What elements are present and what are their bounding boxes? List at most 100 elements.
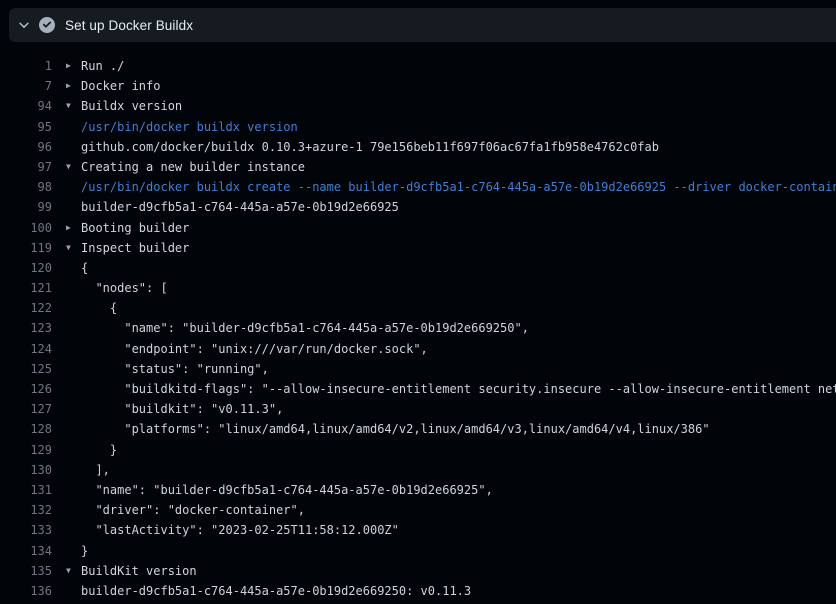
gutter-gap: ▼ bbox=[52, 238, 81, 258]
line-number[interactable]: 122 bbox=[0, 298, 52, 318]
group-expanded-icon[interactable]: ▼ bbox=[66, 96, 71, 116]
log-text: } bbox=[81, 440, 117, 460]
log-line: 133 "lastActivity": "2023-02-25T11:58:12… bbox=[0, 520, 836, 540]
group-title[interactable]: BuildKit version bbox=[81, 561, 197, 581]
gutter-gap bbox=[52, 117, 81, 137]
check-circle-icon bbox=[39, 17, 65, 33]
group-title[interactable]: Run ./ bbox=[81, 56, 124, 76]
gutter-gap: ▼ bbox=[52, 96, 81, 116]
log-line: 98/usr/bin/docker buildx create --name b… bbox=[0, 177, 836, 197]
gutter-gap bbox=[52, 379, 81, 399]
line-number[interactable]: 98 bbox=[0, 177, 52, 197]
gutter-gap bbox=[52, 520, 81, 540]
log-line: 129 } bbox=[0, 440, 836, 460]
line-number[interactable]: 134 bbox=[0, 541, 52, 561]
log-line: 130 ], bbox=[0, 460, 836, 480]
line-number[interactable]: 131 bbox=[0, 480, 52, 500]
line-number[interactable]: 132 bbox=[0, 500, 52, 520]
group-title[interactable]: Creating a new builder instance bbox=[81, 157, 305, 177]
line-number[interactable]: 1 bbox=[0, 56, 52, 76]
group-title[interactable]: Booting builder bbox=[81, 218, 189, 238]
log-line: 119 ▼ Inspect builder bbox=[0, 238, 836, 258]
log-line: 126 "buildkitd-flags": "--allow-insecure… bbox=[0, 379, 836, 399]
log-line: 97 ▼ Creating a new builder instance bbox=[0, 157, 836, 177]
gutter-gap bbox=[52, 298, 81, 318]
line-number[interactable]: 133 bbox=[0, 520, 52, 540]
line-number[interactable]: 7 bbox=[0, 76, 52, 96]
line-number[interactable]: 99 bbox=[0, 197, 52, 217]
line-number[interactable]: 136 bbox=[0, 581, 52, 601]
log-text: "buildkitd-flags": "--allow-insecure-ent… bbox=[81, 379, 836, 399]
line-number[interactable]: 119 bbox=[0, 238, 52, 258]
gutter-gap bbox=[52, 500, 81, 520]
gutter-gap bbox=[52, 177, 81, 197]
gutter-gap bbox=[52, 399, 81, 419]
gutter-gap bbox=[52, 419, 81, 439]
group-collapsed-icon[interactable]: ▶ bbox=[66, 76, 71, 96]
line-number[interactable]: 124 bbox=[0, 339, 52, 359]
line-number[interactable]: 130 bbox=[0, 460, 52, 480]
group-expanded-icon[interactable]: ▼ bbox=[66, 157, 71, 177]
log-line: 122 { bbox=[0, 298, 836, 318]
log-line: 125 "status": "running", bbox=[0, 359, 836, 379]
log-text: github.com/docker/buildx 0.10.3+azure-1 … bbox=[81, 137, 659, 157]
line-number[interactable]: 129 bbox=[0, 440, 52, 460]
log-text: "platforms": "linux/amd64,linux/amd64/v2… bbox=[81, 419, 710, 439]
log-text: { bbox=[81, 258, 88, 278]
log-line: 120 { bbox=[0, 258, 836, 278]
log-text: "name": "builder-d9cfb5a1-c764-445a-a57e… bbox=[81, 318, 529, 338]
line-number[interactable]: 94 bbox=[0, 96, 52, 116]
gutter-gap bbox=[52, 460, 81, 480]
log-line: 7 ▶ Docker info bbox=[0, 76, 836, 96]
line-number[interactable]: 96 bbox=[0, 137, 52, 157]
log-text: "name": "builder-d9cfb5a1-c764-445a-a57e… bbox=[81, 480, 493, 500]
chevron-down-icon[interactable] bbox=[9, 18, 39, 32]
line-number[interactable]: 135 bbox=[0, 561, 52, 581]
gutter-gap bbox=[52, 581, 81, 601]
log-line: 134} bbox=[0, 541, 836, 561]
line-number[interactable]: 97 bbox=[0, 157, 52, 177]
group-expanded-icon[interactable]: ▼ bbox=[66, 561, 71, 581]
log-line: 99 builder-d9cfb5a1-c764-445a-a57e-0b19d2… bbox=[0, 197, 836, 217]
log-text: } bbox=[81, 541, 88, 561]
line-number[interactable]: 123 bbox=[0, 318, 52, 338]
line-number[interactable]: 128 bbox=[0, 419, 52, 439]
group-expanded-icon[interactable]: ▼ bbox=[66, 238, 71, 258]
log-line: 95/usr/bin/docker buildx version bbox=[0, 117, 836, 137]
line-number[interactable]: 121 bbox=[0, 278, 52, 298]
log-line: 128 "platforms": "linux/amd64,linux/amd6… bbox=[0, 419, 836, 439]
group-collapsed-icon[interactable]: ▶ bbox=[66, 218, 71, 238]
step-title: Set up Docker Buildx bbox=[65, 18, 193, 33]
log-text: /usr/bin/docker buildx version bbox=[81, 117, 298, 137]
line-number[interactable]: 120 bbox=[0, 258, 52, 278]
log-line: 131 "name": "builder-d9cfb5a1-c764-445a-… bbox=[0, 480, 836, 500]
log-line: 123 "name": "builder-d9cfb5a1-c764-445a-… bbox=[0, 318, 836, 338]
log-text: "status": "running", bbox=[81, 359, 269, 379]
group-title[interactable]: Buildx version bbox=[81, 96, 182, 116]
log-line: 96 github.com/docker/buildx 0.10.3+azure-… bbox=[0, 137, 836, 157]
log-text: builder-d9cfb5a1-c764-445a-a57e-0b19d2e6… bbox=[81, 197, 399, 217]
log-line: 135 ▼ BuildKit version bbox=[0, 561, 836, 581]
gutter-gap bbox=[52, 359, 81, 379]
step-header[interactable]: Set up Docker Buildx bbox=[9, 8, 836, 42]
line-number[interactable]: 126 bbox=[0, 379, 52, 399]
line-number[interactable]: 100 bbox=[0, 218, 52, 238]
line-number[interactable]: 95 bbox=[0, 117, 52, 137]
group-title[interactable]: Inspect builder bbox=[81, 238, 189, 258]
group-title[interactable]: Docker info bbox=[81, 76, 160, 96]
log-line: 127 "buildkit": "v0.11.3", bbox=[0, 399, 836, 419]
gutter-gap bbox=[52, 197, 81, 217]
gutter-gap bbox=[52, 137, 81, 157]
log-text: "endpoint": "unix:///var/run/docker.sock… bbox=[81, 339, 428, 359]
log-line: 1 ▶ Run ./ bbox=[0, 56, 836, 76]
log-text: ], bbox=[81, 460, 110, 480]
group-collapsed-icon[interactable]: ▶ bbox=[66, 56, 71, 76]
line-number[interactable]: 125 bbox=[0, 359, 52, 379]
gutter-gap: ▶ bbox=[52, 76, 81, 96]
line-number[interactable]: 127 bbox=[0, 399, 52, 419]
log-line: 94 ▼ Buildx version bbox=[0, 96, 836, 116]
gutter-gap: ▼ bbox=[52, 157, 81, 177]
gutter-gap bbox=[52, 339, 81, 359]
gutter-gap bbox=[52, 278, 81, 298]
log-text: builder-d9cfb5a1-c764-445a-a57e-0b19d2e6… bbox=[81, 581, 471, 601]
